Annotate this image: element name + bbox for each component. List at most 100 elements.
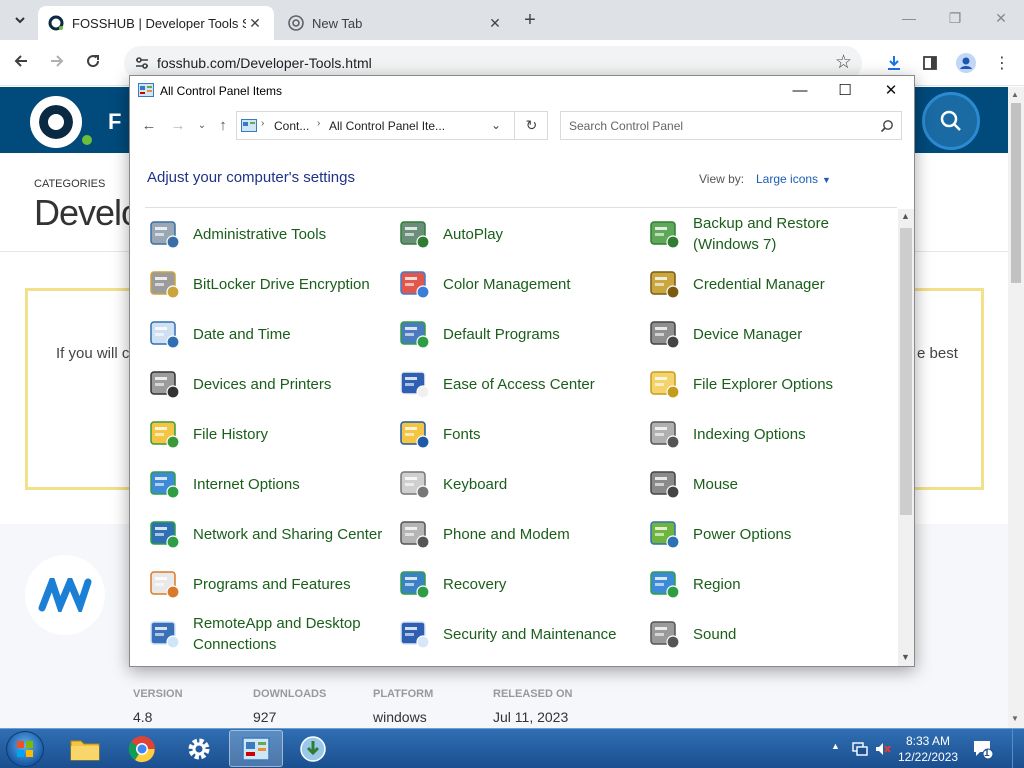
taskbar-control-panel[interactable] xyxy=(229,730,283,767)
caret-down-icon: ▼ xyxy=(822,175,831,185)
bookmark-star-icon[interactable]: ☆ xyxy=(835,51,852,74)
restore-icon[interactable]: ❐ xyxy=(940,10,970,27)
window-close-icon[interactable]: ✕ xyxy=(877,80,905,102)
control-panel-item[interactable]: File Explorer Options xyxy=(648,362,888,406)
control-panel-item[interactable]: Ease of Access Center xyxy=(398,362,638,406)
page-scrollbar[interactable]: ▲ ▼ xyxy=(1008,87,1024,728)
control-panel-item[interactable]: File History xyxy=(148,412,388,456)
control-panel-item[interactable]: Region xyxy=(648,562,888,606)
taskbar-installer[interactable] xyxy=(286,730,340,767)
control-panel-item[interactable]: AutoPlay xyxy=(398,212,638,256)
search-icon xyxy=(940,110,961,131)
search-control-panel-input[interactable] xyxy=(560,111,902,140)
control-panel-window: All Control Panel Items — ☐ ✕ ← → ⌄ ↑ › … xyxy=(129,75,915,667)
search-icon[interactable] xyxy=(880,119,894,133)
menu-kebab-icon[interactable]: ⋮ xyxy=(990,51,1014,75)
control-panel-item[interactable]: Keyboard xyxy=(398,462,638,506)
scroll-up-icon[interactable]: ▲ xyxy=(1011,90,1019,99)
breadcrumb-chevron-icon[interactable]: › xyxy=(261,118,264,129)
control-panel-item[interactable]: Mouse xyxy=(648,462,888,506)
control-panel-item[interactable]: Color Management xyxy=(398,262,638,306)
action-center-icon[interactable] xyxy=(972,738,994,768)
download-icon[interactable] xyxy=(882,51,906,75)
control-panel-item[interactable]: Security and Maintenance xyxy=(398,612,638,656)
profile-avatar-icon[interactable] xyxy=(954,51,978,75)
window-minimize-icon[interactable]: — xyxy=(786,80,814,102)
tab-close-icon[interactable]: ✕ xyxy=(486,15,504,32)
control-panel-item[interactable]: Credential Manager xyxy=(648,262,888,306)
window-title-bar[interactable]: All Control Panel Items — ☐ ✕ xyxy=(130,76,914,106)
control-panel-item[interactable]: Internet Options xyxy=(148,462,388,506)
control-panel-item[interactable]: Phone and Modem xyxy=(398,512,638,556)
color-management-icon xyxy=(398,267,432,301)
page-scroll-thumb[interactable] xyxy=(1011,103,1021,283)
control-panel-item[interactable]: Devices and Printers xyxy=(148,362,388,406)
network-icon[interactable] xyxy=(851,740,869,768)
platform-label: PLATFORM xyxy=(373,688,434,700)
control-panel-item[interactable]: Backup and Restore (Windows 7) xyxy=(648,212,888,256)
window-title: All Control Panel Items xyxy=(160,84,283,98)
show-hidden-icons-icon[interactable]: ▲ xyxy=(831,741,840,768)
address-box[interactable]: › Cont... › All Control Panel Ite... ⌄ ↻ xyxy=(236,111,548,140)
items-scrollbar[interactable]: ▲ ▼ xyxy=(898,209,914,666)
fosshub-logo[interactable] xyxy=(30,96,82,148)
tab-search-button[interactable] xyxy=(8,8,32,32)
dotnet-app-icon[interactable] xyxy=(25,555,105,635)
address-dropdown-icon[interactable]: ⌄ xyxy=(491,118,501,132)
start-button[interactable] xyxy=(6,731,44,767)
control-panel-item[interactable]: Indexing Options xyxy=(648,412,888,456)
mouse-icon xyxy=(648,467,682,501)
side-panel-icon[interactable] xyxy=(918,51,942,75)
control-panel-item[interactable]: Device Manager xyxy=(648,312,888,356)
forward-arrow-icon[interactable]: → xyxy=(168,117,188,134)
site-info-icon[interactable] xyxy=(134,55,150,71)
window-maximize-icon[interactable]: ☐ xyxy=(831,80,859,102)
site-brand-text: F xyxy=(108,109,122,134)
refresh-icon[interactable]: ↻ xyxy=(514,112,548,139)
tab-close-icon[interactable]: ✕ xyxy=(246,15,264,32)
show-desktop-button[interactable] xyxy=(1012,729,1024,768)
back-button[interactable] xyxy=(10,52,32,74)
scroll-down-icon[interactable]: ▼ xyxy=(1011,714,1019,723)
up-arrow-icon[interactable]: ↑ xyxy=(213,117,233,134)
recent-locations-icon[interactable]: ⌄ xyxy=(192,120,212,131)
back-arrow-icon[interactable]: ← xyxy=(139,117,159,134)
minimize-icon[interactable]: — xyxy=(894,10,924,26)
control-panel-item[interactable]: BitLocker Drive Encryption xyxy=(148,262,388,306)
taskbar-file-explorer[interactable] xyxy=(58,730,112,767)
control-panel-item[interactable]: Sound xyxy=(648,612,888,656)
control-panel-item[interactable]: Fonts xyxy=(398,412,638,456)
control-panel-item-label: File Explorer Options xyxy=(693,375,834,393)
control-panel-item[interactable]: Default Programs xyxy=(398,312,638,356)
tab-new-tab[interactable]: New Tab ✕ xyxy=(278,6,514,40)
scroll-up-icon[interactable]: ▲ xyxy=(901,211,910,221)
breadcrumb-all-items[interactable]: All Control Panel Ite... xyxy=(329,119,445,133)
reload-button[interactable] xyxy=(82,52,104,74)
view-by-dropdown[interactable]: Large icons ▼ xyxy=(756,172,831,186)
ease-of-access-icon xyxy=(398,367,432,401)
breadcrumb-control-panel[interactable]: Cont... xyxy=(274,119,309,133)
close-icon[interactable]: ✕ xyxy=(986,10,1016,27)
control-panel-item[interactable]: Programs and Features xyxy=(148,562,388,606)
control-panel-item[interactable]: Network and Sharing Center xyxy=(148,512,388,556)
control-panel-item-label: Color Management xyxy=(443,275,571,293)
new-tab-button[interactable]: + xyxy=(520,10,540,30)
control-panel-item[interactable]: Date and Time xyxy=(148,312,388,356)
control-panel-item[interactable]: Recovery xyxy=(398,562,638,606)
tab-fosshub[interactable]: FOSSHUB | Developer Tools Sof ✕ xyxy=(38,6,274,40)
forward-button[interactable] xyxy=(46,52,68,74)
explorer-nav-bar: ← → ⌄ ↑ › Cont... › All Control Panel It… xyxy=(130,106,914,146)
site-search-button[interactable] xyxy=(922,92,980,150)
scroll-down-icon[interactable]: ▼ xyxy=(901,652,910,662)
control-panel-item[interactable]: Power Options xyxy=(648,512,888,556)
control-panel-item-label: Internet Options xyxy=(193,475,300,493)
system-clock[interactable]: 8:33 AM 12/22/2023 xyxy=(898,733,958,765)
sound-icon xyxy=(648,617,682,651)
taskbar-chrome[interactable] xyxy=(115,730,169,767)
control-panel-item[interactable]: RemoteApp and Desktop Connections xyxy=(148,612,388,656)
control-panel-item[interactable]: Administrative Tools xyxy=(148,212,388,256)
volume-muted-icon[interactable] xyxy=(874,740,892,768)
breadcrumb-chevron-icon[interactable]: › xyxy=(317,118,320,129)
items-scroll-thumb[interactable] xyxy=(900,228,912,515)
taskbar-settings[interactable] xyxy=(172,730,226,767)
